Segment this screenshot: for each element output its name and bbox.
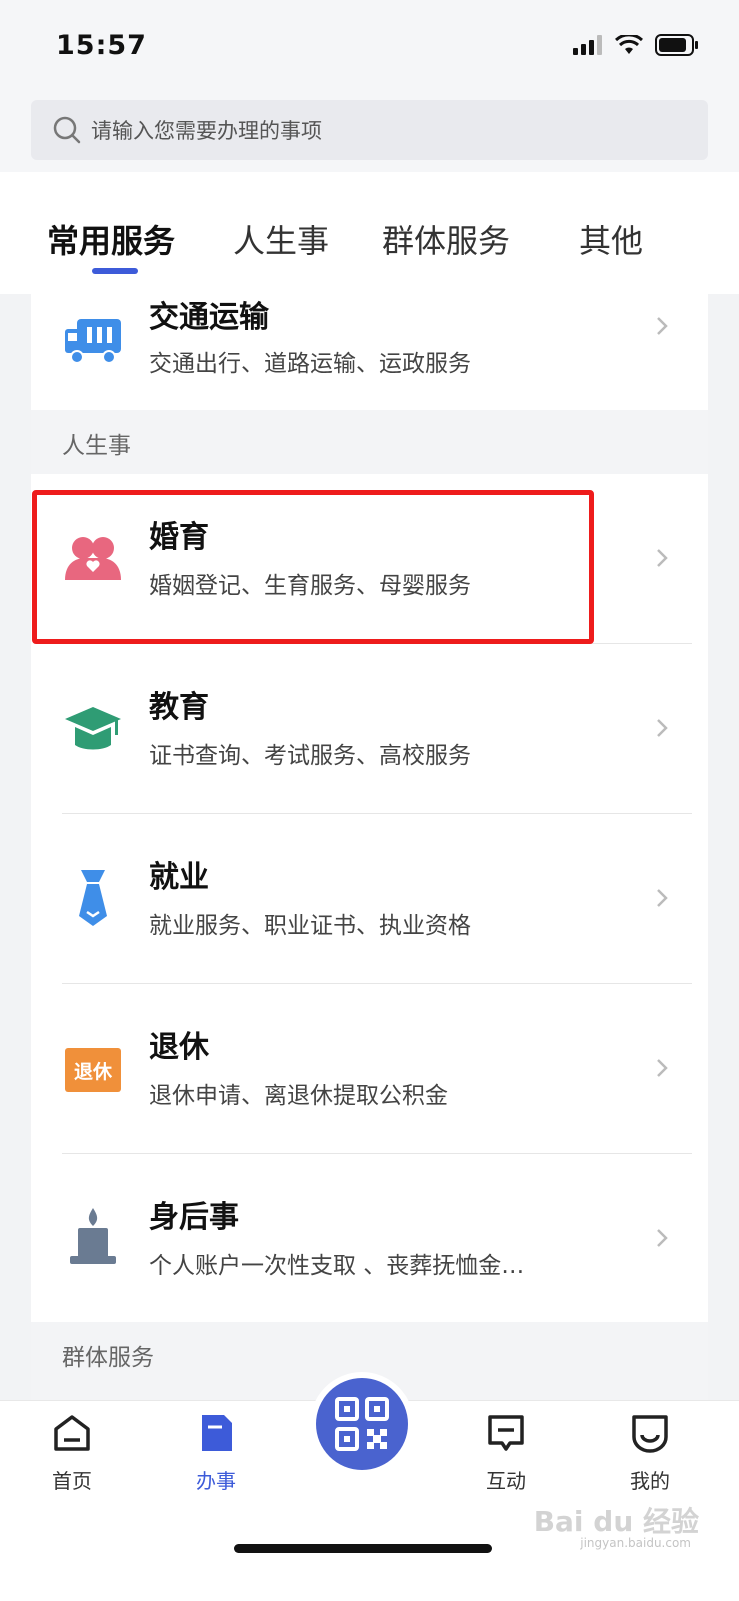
search-placeholder: 请输入您需要办理的事项 bbox=[91, 119, 322, 143]
message-icon bbox=[488, 1415, 524, 1451]
service-subtitle: 证书查询、考试服务、高校服务 bbox=[149, 743, 471, 769]
service-title: 身后事 bbox=[149, 1200, 239, 1235]
service-title: 就业 bbox=[149, 860, 209, 895]
service-item-afterlife[interactable]: 身后事 个人账户一次性支取 、丧葬抚恤金… bbox=[31, 1154, 708, 1324]
status-icons bbox=[573, 34, 699, 56]
qr-scan-button[interactable] bbox=[316, 1378, 408, 1470]
tab-common-services[interactable]: 常用服务 bbox=[47, 216, 175, 262]
profile-icon bbox=[632, 1415, 668, 1453]
home-indicator bbox=[234, 1544, 492, 1553]
service-item-education[interactable]: 教育 证书查询、考试服务、高校服务 bbox=[31, 644, 708, 814]
search-area: 请输入您需要办理的事项 bbox=[0, 92, 739, 172]
chevron-right-icon bbox=[657, 549, 668, 567]
candle-icon bbox=[61, 1204, 125, 1268]
service-title: 教育 bbox=[149, 690, 209, 725]
category-tabs: 常用服务 人生事 群体服务 其他 bbox=[0, 172, 739, 294]
nav-home[interactable]: 首页 bbox=[22, 1413, 122, 1494]
service-item-employment[interactable]: 就业 就业服务、职业证书、执业资格 bbox=[31, 814, 708, 984]
nav-label: 办事 bbox=[196, 1469, 236, 1493]
chevron-right-icon bbox=[657, 889, 668, 907]
retirement-badge-icon: 退休 bbox=[61, 1038, 125, 1102]
watermark-logo: Bai du 经验 bbox=[533, 1505, 699, 1538]
nav-label: 我的 bbox=[630, 1469, 670, 1493]
search-icon bbox=[53, 116, 81, 144]
signal-icon bbox=[573, 35, 602, 55]
service-subtitle: 个人账户一次性支取 、丧葬抚恤金… bbox=[149, 1253, 525, 1279]
service-title: 退休 bbox=[149, 1030, 209, 1065]
tab-group-services[interactable]: 群体服务 bbox=[382, 216, 510, 262]
home-icon bbox=[54, 1415, 90, 1451]
nav-label: 首页 bbox=[52, 1469, 92, 1493]
nav-label: 互动 bbox=[486, 1469, 526, 1493]
service-subtitle: 退休申请、离退休提取公积金 bbox=[149, 1083, 448, 1109]
service-item-retirement[interactable]: 退休 退休 退休申请、离退休提取公积金 bbox=[31, 984, 708, 1154]
battery-icon bbox=[655, 34, 698, 56]
status-time: 15:57 bbox=[56, 30, 147, 61]
chevron-right-icon bbox=[657, 1059, 668, 1077]
graduation-cap-icon bbox=[61, 696, 125, 760]
status-bar: 15:57 bbox=[0, 0, 739, 92]
wifi-icon bbox=[615, 35, 643, 54]
active-tab-indicator bbox=[92, 268, 138, 274]
truck-icon bbox=[61, 310, 125, 374]
section-header-life: 人生事 bbox=[31, 410, 708, 474]
qr-code-icon bbox=[335, 1397, 389, 1451]
document-icon bbox=[202, 1415, 232, 1451]
service-item-transport[interactable]: 交通运输 交通出行、道路运输、运政服务 bbox=[31, 294, 708, 424]
nav-interact[interactable]: 互动 bbox=[456, 1413, 556, 1494]
tab-other[interactable]: 其他 bbox=[579, 216, 643, 262]
highlight-box bbox=[32, 490, 594, 644]
chevron-right-icon bbox=[657, 317, 668, 335]
watermark-url: jingyan.baidu.com bbox=[580, 1536, 691, 1550]
nav-profile[interactable]: 我的 bbox=[600, 1413, 700, 1494]
service-subtitle: 交通出行、道路运输、运政服务 bbox=[149, 351, 471, 377]
chevron-right-icon bbox=[657, 1229, 668, 1247]
chevron-right-icon bbox=[657, 719, 668, 737]
nav-services[interactable]: 办事 bbox=[166, 1413, 266, 1494]
service-title: 交通运输 bbox=[149, 300, 269, 335]
service-subtitle: 就业服务、职业证书、执业资格 bbox=[149, 913, 471, 939]
necktie-icon bbox=[61, 866, 125, 930]
service-list: 交通运输 交通出行、道路运输、运政服务 人生事 婚育 婚姻登记、生育服务、母婴服… bbox=[31, 294, 708, 1400]
search-input[interactable]: 请输入您需要办理的事项 bbox=[31, 100, 708, 160]
tab-life-events[interactable]: 人生事 bbox=[233, 216, 329, 262]
